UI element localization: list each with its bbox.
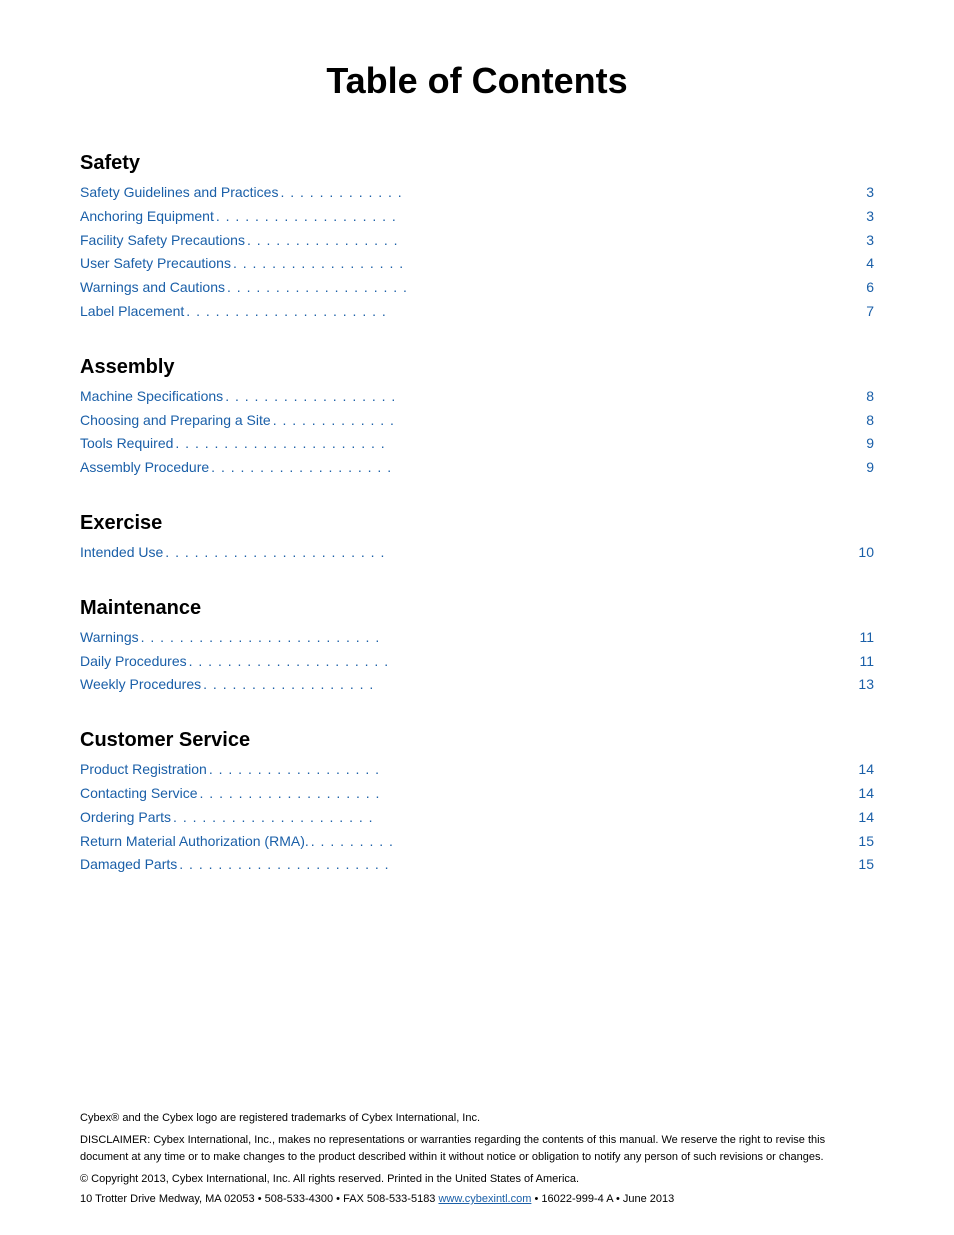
toc-entry[interactable]: Contacting Service . . . . . . . . . . .… — [80, 782, 874, 806]
toc-entry-dots: . . . . . . . . . . . . . . . . . . . . … — [165, 541, 856, 565]
toc-entry-page: 4 — [866, 252, 874, 276]
toc-entry[interactable]: Tools Required . . . . . . . . . . . . .… — [80, 432, 874, 456]
toc-entry-dots: . . . . . . . . . . . . . . . . . . . . … — [141, 626, 858, 650]
footer-website-link[interactable]: www.cybexintl.com — [438, 1193, 531, 1205]
toc-entry-label: Warnings and Cautions — [80, 276, 225, 300]
toc-entry-label: Safety Guidelines and Practices — [80, 181, 278, 205]
footer-trademark: Cybex® and the Cybex logo are registered… — [80, 1112, 874, 1124]
toc-entry-dots: . . . . . . . . . . . . . . . . . . . . … — [189, 650, 858, 674]
footer-disclaimer: DISCLAIMER: Cybex International, Inc., m… — [80, 1132, 874, 1165]
section-heading-safety: Safety — [80, 152, 874, 175]
toc-entry-page: 6 — [866, 276, 874, 300]
toc-section-assembly: Assembly Machine Specifications . . . . .… — [80, 356, 874, 480]
toc-sections: Safety Safety Guidelines and Practices . … — [80, 152, 874, 877]
toc-entry[interactable]: Label Placement . . . . . . . . . . . . … — [80, 300, 874, 324]
footer-copyright: © Copyright 2013, Cybex International, I… — [80, 1173, 874, 1185]
toc-entry-label: Return Material Authorization (RMA). — [80, 830, 309, 854]
toc-entry-dots: . . . . . . . . . . . . . . . . . . . . … — [173, 806, 856, 830]
toc-entry-page: 8 — [866, 385, 874, 409]
toc-entry[interactable]: Weekly Procedures. . . . . . . . . . . .… — [80, 673, 874, 697]
toc-entry[interactable]: Return Material Authorization (RMA). . .… — [80, 830, 874, 854]
toc-entry[interactable]: Assembly Procedure. . . . . . . . . . . … — [80, 456, 874, 480]
toc-entry-page: 3 — [866, 229, 874, 253]
toc-entry-label: Anchoring Equipment — [80, 205, 214, 229]
toc-entry-page: 10 — [858, 541, 874, 565]
footer-address-text: 10 Trotter Drive Medway, MA 02053 • 508-… — [80, 1193, 438, 1205]
toc-entry[interactable]: Product Registration . . . . . . . . . .… — [80, 758, 874, 782]
toc-entry-page: 14 — [858, 758, 874, 782]
toc-entry-page: 15 — [858, 830, 874, 854]
footer-product-code: • 16022-999-4 A • June 2013 — [531, 1193, 674, 1205]
footer: Cybex® and the Cybex logo are registered… — [80, 1112, 874, 1205]
section-heading-maintenance: Maintenance — [80, 597, 874, 620]
toc-section-safety: Safety Safety Guidelines and Practices . … — [80, 152, 874, 324]
toc-entry-dots: . . . . . . . . . . . . . . . . . . . . … — [179, 853, 856, 877]
toc-entry[interactable]: Anchoring Equipment . . . . . . . . . . … — [80, 205, 874, 229]
toc-entry[interactable]: Daily Procedures. . . . . . . . . . . . … — [80, 650, 874, 674]
toc-entry-label: Warnings — [80, 626, 139, 650]
toc-entry-label: Weekly Procedures — [80, 673, 201, 697]
toc-entry-dots: . . . . . . . . . . . . . . . . . . . . … — [175, 432, 864, 456]
footer-address: 10 Trotter Drive Medway, MA 02053 • 508-… — [80, 1193, 874, 1205]
toc-entry[interactable]: Warnings. . . . . . . . . . . . . . . . … — [80, 626, 874, 650]
toc-entry-page: 14 — [858, 782, 874, 806]
toc-entry-dots: . . . . . . . . . . . . . — [280, 181, 864, 205]
toc-entry-page: 11 — [859, 650, 874, 674]
toc-entry-page: 7 — [866, 300, 874, 324]
toc-entry-label: Damaged Parts — [80, 853, 177, 877]
toc-entry[interactable]: Ordering Parts. . . . . . . . . . . . . … — [80, 806, 874, 830]
toc-entry-label: Contacting Service — [80, 782, 198, 806]
toc-entry-dots: . . . . . . . . . . . . . . . . . . — [225, 385, 864, 409]
toc-section-customer-service: Customer Service Product Registration . .… — [80, 729, 874, 877]
toc-entry[interactable]: Safety Guidelines and Practices . . . . … — [80, 181, 874, 205]
toc-entry-dots: . . . . . . . . . . . . . . . . . . — [203, 673, 856, 697]
toc-entry-dots: . . . . . . . . . . . . . . . . . . — [233, 252, 864, 276]
toc-entry-dots: . . . . . . . . . . . . . . . . . . — [209, 758, 857, 782]
section-heading-assembly: Assembly — [80, 356, 874, 379]
toc-entry[interactable]: Warnings and Cautions. . . . . . . . . .… — [80, 276, 874, 300]
toc-entry-label: Assembly Procedure — [80, 456, 209, 480]
toc-entry-dots: . . . . . . . . . — [311, 830, 857, 854]
toc-entry-page: 13 — [858, 673, 874, 697]
toc-section-maintenance: MaintenanceWarnings. . . . . . . . . . .… — [80, 597, 874, 697]
toc-entry-label: Intended Use — [80, 541, 163, 565]
toc-entry-page: 11 — [859, 626, 874, 650]
toc-entry-page: 15 — [858, 853, 874, 877]
toc-entry-page: 3 — [866, 205, 874, 229]
toc-entry-label: Daily Procedures — [80, 650, 187, 674]
toc-entry[interactable]: User Safety Precautions . . . . . . . . … — [80, 252, 874, 276]
toc-entry-dots: . . . . . . . . . . . . . . . . . . . . … — [186, 300, 864, 324]
toc-entry-dots: . . . . . . . . . . . . . — [273, 409, 865, 433]
toc-entry-dots: . . . . . . . . . . . . . . . . . . . — [216, 205, 864, 229]
toc-entry-label: Ordering Parts — [80, 806, 171, 830]
section-heading-customer-service: Customer Service — [80, 729, 874, 752]
section-heading-exercise: Exercise — [80, 512, 874, 535]
toc-entry[interactable]: Damaged Parts . . . . . . . . . . . . . … — [80, 853, 874, 877]
toc-entry-dots: . . . . . . . . . . . . . . . . — [247, 229, 864, 253]
page-container: Table of Contents Safety Safety Guideline… — [0, 0, 954, 1235]
toc-entry-dots: . . . . . . . . . . . . . . . . . . . — [227, 276, 864, 300]
toc-entry-page: 8 — [866, 409, 874, 433]
toc-entry[interactable]: Facility Safety Precautions . . . . . . … — [80, 229, 874, 253]
toc-entry-label: Product Registration — [80, 758, 207, 782]
toc-entry-label: Label Placement — [80, 300, 184, 324]
toc-section-exercise: Exercise Intended Use. . . . . . . . . . … — [80, 512, 874, 565]
toc-entry-label: Facility Safety Precautions — [80, 229, 245, 253]
toc-entry[interactable]: Machine Specifications . . . . . . . . .… — [80, 385, 874, 409]
toc-entry-page: 3 — [866, 181, 874, 205]
toc-entry-label: Machine Specifications — [80, 385, 223, 409]
toc-entry-dots: . . . . . . . . . . . . . . . . . . . — [200, 782, 857, 806]
toc-entry-page: 14 — [858, 806, 874, 830]
toc-entry-page: 9 — [866, 456, 874, 480]
toc-entry-page: 9 — [866, 432, 874, 456]
toc-entry-label: Tools Required — [80, 432, 173, 456]
toc-entry-label: Choosing and Preparing a Site — [80, 409, 271, 433]
toc-entry-label: User Safety Precautions — [80, 252, 231, 276]
toc-entry[interactable]: Choosing and Preparing a Site . . . . . … — [80, 409, 874, 433]
toc-entry[interactable]: Intended Use. . . . . . . . . . . . . . … — [80, 541, 874, 565]
toc-entry-dots: . . . . . . . . . . . . . . . . . . . — [211, 456, 864, 480]
page-title: Table of Contents — [80, 60, 874, 102]
